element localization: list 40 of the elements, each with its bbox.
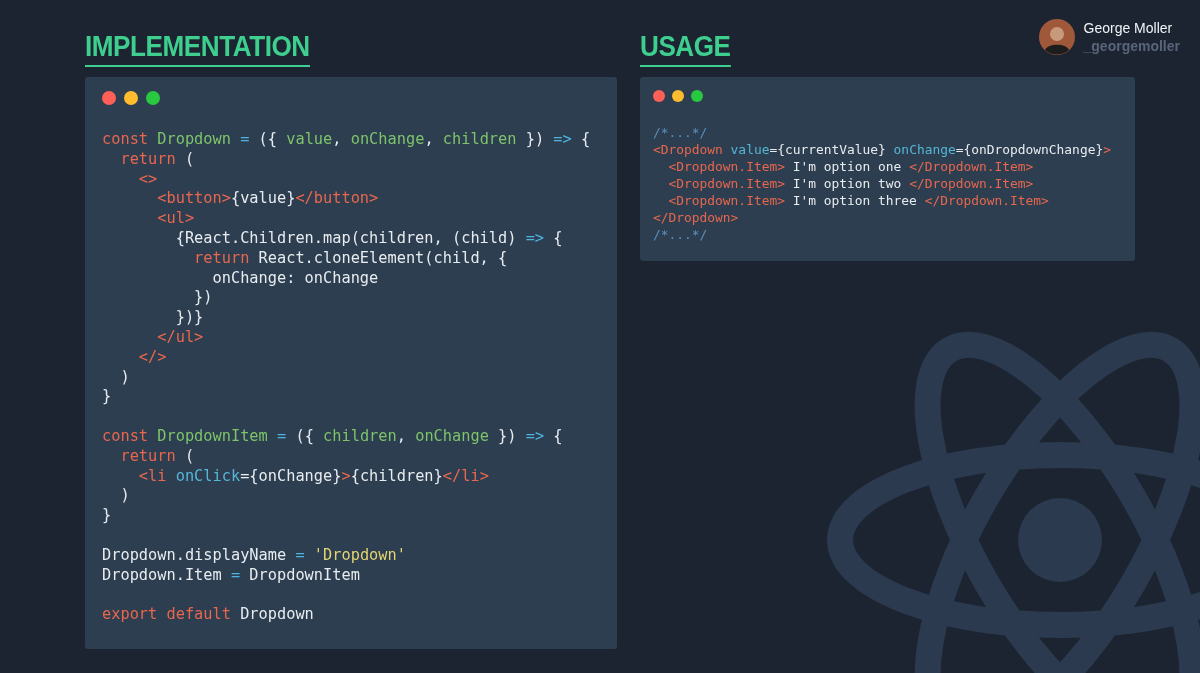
code-line: /*...*/ xyxy=(653,226,709,243)
code-line: <button>{value}</button> xyxy=(156,189,380,210)
code-line: /*...*/ xyxy=(653,124,709,141)
code-line: ) xyxy=(119,367,131,388)
code-line: Dropdown.Item = DropdownItem xyxy=(102,565,361,586)
code-line: <Dropdown.Item> I'm option two </Dropdown.Item> xyxy=(667,175,1035,192)
code-line: })} xyxy=(174,308,205,328)
code-line: </Dropdown> xyxy=(653,209,740,226)
section-heading: USAGE xyxy=(640,28,731,67)
code-line: <Dropdown.Item> I'm option three </Dropdown.Item> xyxy=(667,192,1050,209)
code-line: <ul> xyxy=(156,209,196,229)
code-line: const DropdownItem = ({ children, onChange }) => { xyxy=(102,426,564,447)
code-line: export default Dropdown xyxy=(102,605,315,625)
code-line: }) xyxy=(193,288,214,309)
code-line: } xyxy=(102,506,113,526)
code-line: <li onClick={onChange}>{children}</li> xyxy=(137,466,490,487)
code-line: <Dropdown value={currentValue} onChange={onDropdownChange}> xyxy=(653,141,1112,158)
code-line: Dropdown.displayName = 'Dropdown' xyxy=(102,545,407,566)
window-control-icon xyxy=(124,91,138,105)
window-control-icon xyxy=(653,90,665,102)
code-line: </> xyxy=(137,347,168,368)
code-line: ) xyxy=(119,486,131,507)
code-line: const Dropdown = ({ value, onChange, children }) => { xyxy=(102,130,592,150)
code-line: <Dropdown.Item> I'm option one </Dropdown.Item> xyxy=(667,158,1035,175)
author-handle: _georgemoller xyxy=(1083,38,1180,54)
window-control-icon xyxy=(672,90,684,102)
window-control-icon xyxy=(146,91,160,105)
window-control-icon xyxy=(691,90,703,102)
code-line: {React.Children.map(children, (child) => { xyxy=(174,229,564,249)
code-line: </ul> xyxy=(156,327,205,348)
code-line: onChange: onChange xyxy=(211,268,380,289)
window-control-icon xyxy=(102,91,116,105)
code-line: <> xyxy=(137,169,159,190)
section-heading: IMPLEMENTATION xyxy=(85,28,310,67)
author-name: George Moller xyxy=(1083,20,1174,36)
avatar-icon xyxy=(1038,19,1075,55)
code-line: } xyxy=(102,387,113,408)
code-line: return React.cloneElement(child, { xyxy=(193,248,509,269)
code-line: return ( xyxy=(119,149,196,170)
code-line: return ( xyxy=(119,446,196,467)
